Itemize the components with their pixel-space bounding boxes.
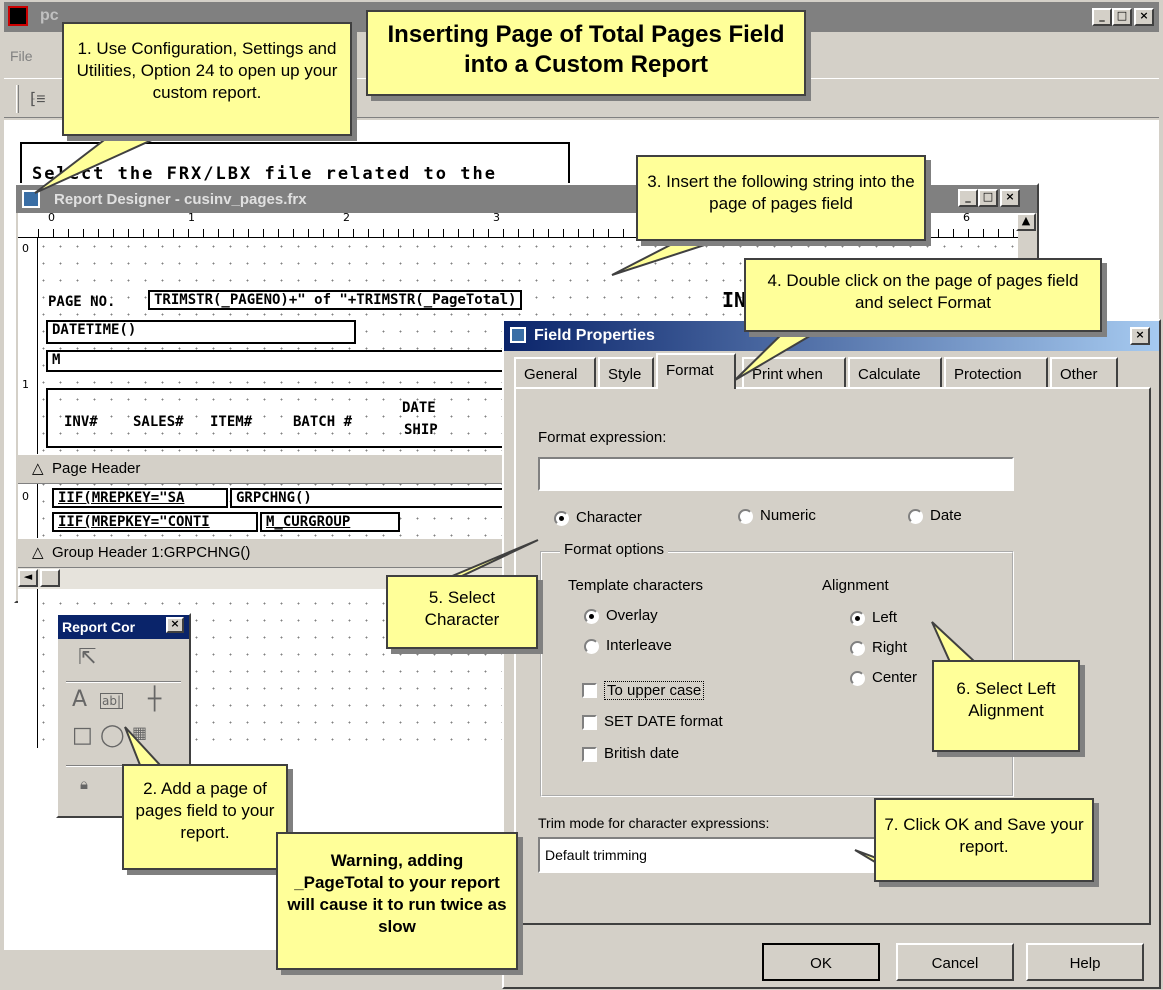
callout-1-pointer xyxy=(34,133,166,194)
callout-step-2: 2. Add a page of pages field to your rep… xyxy=(122,764,288,870)
warning-callout: Warning, adding _PageTotal to your repor… xyxy=(276,832,518,970)
callout-step-7: 7. Click OK and Save your report. xyxy=(874,798,1094,882)
callout-2-pointer xyxy=(124,726,163,766)
callout-step-4: 4. Double click on the page of pages fie… xyxy=(744,258,1102,332)
callout-step-1: 1. Use Configuration, Settings and Utili… xyxy=(62,22,352,136)
callout-4-pointer xyxy=(734,329,824,381)
callout-step-3: 3. Insert the following string into the … xyxy=(636,155,926,241)
callout-step-6: 6. Select Left Alignment xyxy=(932,660,1080,752)
callout-step-5: 5. Select Character xyxy=(386,575,538,649)
callout-3-pointer xyxy=(611,239,721,276)
main-title-callout: Inserting Page of Total Pages Field into… xyxy=(366,10,806,96)
callout-6-pointer xyxy=(931,621,978,663)
